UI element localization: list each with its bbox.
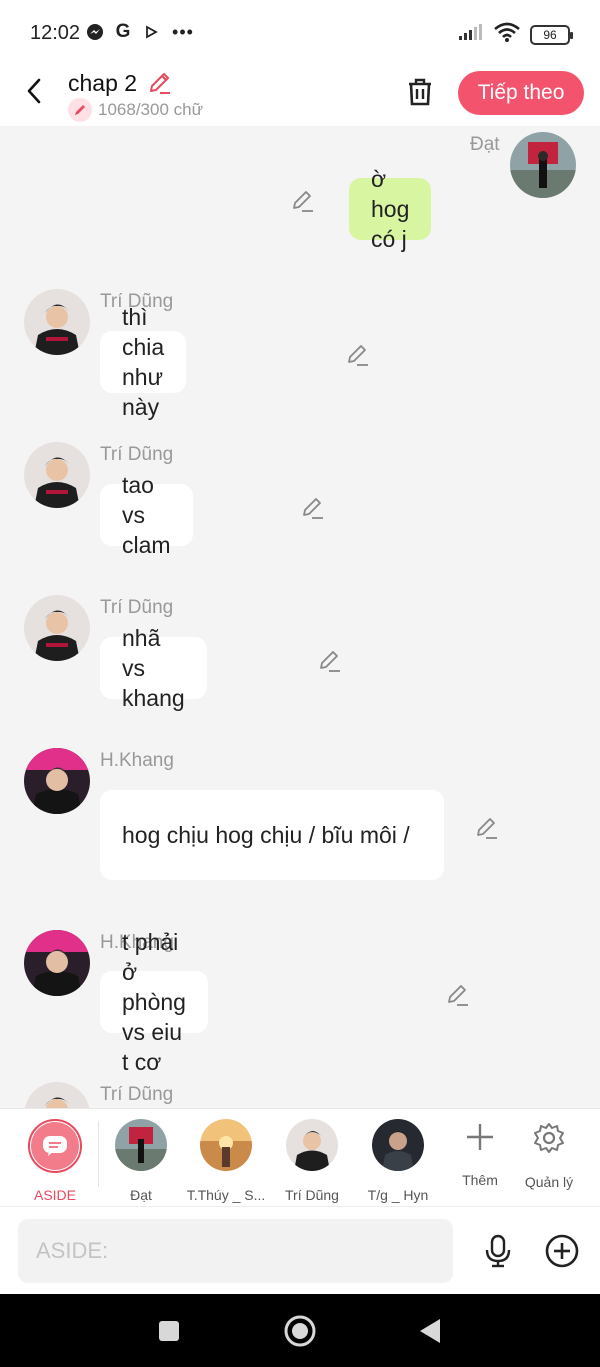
gear-icon xyxy=(534,1123,564,1153)
avatar-tri-dung[interactable] xyxy=(24,595,90,661)
home-icon[interactable] xyxy=(283,1314,317,1348)
word-count: 1068/300 chữ xyxy=(98,100,203,119)
sender-name: Trí Dũng xyxy=(100,597,174,618)
edit-message-pencil-icon[interactable] xyxy=(317,648,343,674)
pencil-icon xyxy=(68,98,92,122)
play-icon xyxy=(142,23,160,41)
character-label: Trí Dũng xyxy=(285,1187,339,1203)
messenger-icon xyxy=(86,23,104,41)
aside-avatar xyxy=(28,1119,82,1173)
edit-message-pencil-icon[interactable] xyxy=(474,815,500,841)
screen: 12:02 G ••• 96 chap 2 1068/300 chữ Tiếp … xyxy=(0,0,600,1367)
sender-name: Trí Dũng xyxy=(100,444,174,465)
system-nav-bar xyxy=(0,1294,600,1367)
recents-icon[interactable] xyxy=(152,1314,186,1348)
edit-title-pencil-icon[interactable] xyxy=(146,70,172,96)
avatar xyxy=(372,1119,424,1171)
avatar-h-khang[interactable] xyxy=(24,930,90,996)
message-bubble[interactable]: t phải ở phòng vs eiu t cơ xyxy=(100,929,208,1075)
edit-message-pencil-icon[interactable] xyxy=(345,342,371,368)
avatar-tri-dung[interactable] xyxy=(24,1082,90,1108)
notification-icons: G ••• xyxy=(86,21,196,42)
delete-trash-icon[interactable] xyxy=(404,76,436,108)
character-label: T/g _ Hyn xyxy=(367,1187,429,1203)
status-time: 12:02 xyxy=(30,22,81,44)
google-icon: G xyxy=(115,21,131,42)
avatar-dat[interactable] xyxy=(510,132,576,198)
next-button[interactable]: Tiếp theo xyxy=(458,71,584,115)
plus-icon xyxy=(467,1124,493,1150)
manage-button[interactable]: Quản lý xyxy=(514,1121,584,1190)
back-arrow-icon xyxy=(27,78,41,104)
more-dots-icon: ••• xyxy=(172,21,194,42)
message-bubble[interactable]: nhã vs khang xyxy=(100,625,207,711)
back-button[interactable] xyxy=(18,74,50,108)
character-label: Đạt xyxy=(130,1187,152,1203)
message-bubble[interactable]: ờ hog có j xyxy=(349,166,432,252)
status-bar: 12:02 G ••• 96 xyxy=(0,0,600,62)
chat-bubble-icon xyxy=(43,1136,67,1156)
sender-name: Trí Dũng xyxy=(100,1084,174,1105)
character-aside[interactable]: ASIDE xyxy=(13,1119,97,1203)
system-icons: 96 xyxy=(458,22,573,47)
character-dat[interactable]: Đạt xyxy=(99,1119,183,1203)
avatar-tri-dung[interactable] xyxy=(24,289,90,355)
message-bubble[interactable]: hog chịu hog chịu / bĩu môi / xyxy=(100,790,444,880)
add-circle-icon[interactable] xyxy=(544,1233,580,1269)
wifi-icon xyxy=(494,22,520,47)
sender-name: H.Khang xyxy=(100,750,174,771)
manage-label: Quản lý xyxy=(524,1174,574,1190)
sender-name: Đạt xyxy=(470,134,500,155)
avatar-h-khang[interactable] xyxy=(24,748,90,814)
character-tg-hyn[interactable]: T/g _ Hyn xyxy=(356,1119,440,1203)
add-label: Thêm xyxy=(462,1172,498,1188)
battery-indicator: 96 xyxy=(530,24,573,45)
chat-area[interactable]: Đạt ờ hog có j Trí Dũng thì chia như này xyxy=(0,126,600,1108)
edit-message-pencil-icon[interactable] xyxy=(290,188,316,214)
signal-icon xyxy=(458,23,484,46)
message-bubble[interactable]: tao vs clam xyxy=(100,472,193,558)
avatar xyxy=(115,1119,167,1171)
back-nav-icon[interactable] xyxy=(413,1314,447,1348)
character-t-thuy[interactable]: T.Thúy _ S... xyxy=(184,1119,268,1203)
microphone-icon[interactable] xyxy=(480,1233,516,1269)
message-bubble[interactable]: thì chia như này xyxy=(100,304,187,420)
word-count-row: 1068/300 chữ xyxy=(68,98,203,122)
edit-message-pencil-icon[interactable] xyxy=(445,982,471,1008)
add-character-button[interactable]: Thêm xyxy=(445,1121,515,1188)
character-bar: ASIDE Đạt T.Thúy _ S... Trí Dũng T/g _ H… xyxy=(0,1108,600,1206)
character-label: T.Thúy _ S... xyxy=(186,1187,266,1203)
input-row xyxy=(0,1206,600,1294)
character-tri-dung[interactable]: Trí Dũng xyxy=(270,1119,354,1203)
message-input[interactable] xyxy=(18,1219,453,1283)
avatar xyxy=(286,1119,338,1171)
edit-message-pencil-icon[interactable] xyxy=(300,495,326,521)
avatar-tri-dung[interactable] xyxy=(24,442,90,508)
character-label: ASIDE xyxy=(33,1187,76,1203)
editor-header: chap 2 1068/300 chữ Tiếp theo xyxy=(0,62,600,126)
avatar xyxy=(200,1119,252,1171)
chapter-title[interactable]: chap 2 xyxy=(68,70,137,97)
